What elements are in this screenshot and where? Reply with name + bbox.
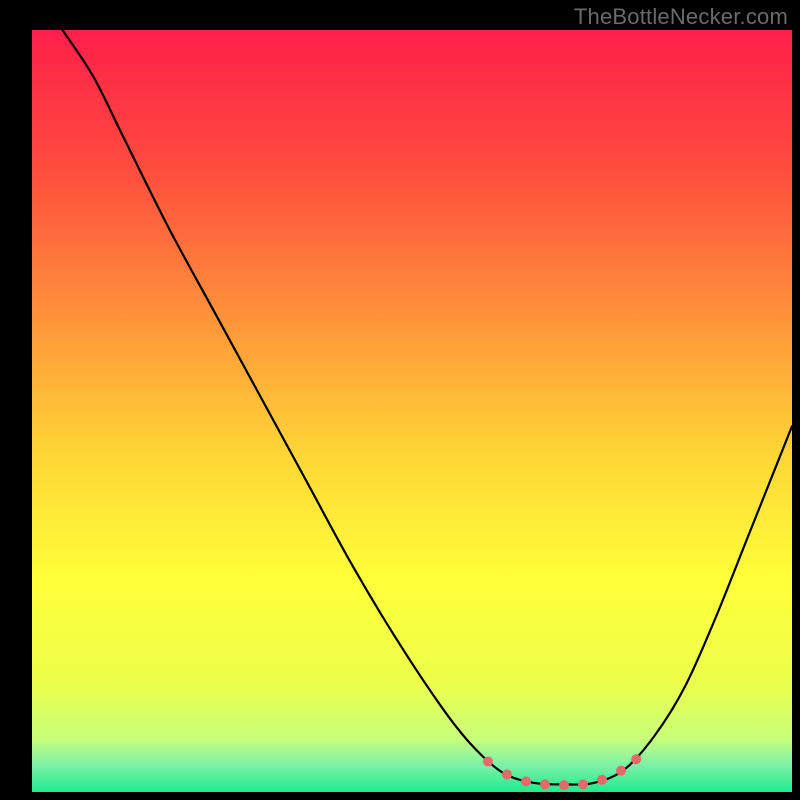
optimal-marker [631, 754, 641, 764]
optimal-marker [616, 766, 626, 776]
optimal-marker [578, 779, 588, 789]
optimal-marker [483, 757, 493, 767]
chart-stage: TheBottleNecker.com [0, 0, 800, 800]
optimal-marker [597, 775, 607, 785]
optimal-marker [540, 779, 550, 789]
optimal-marker [502, 769, 512, 779]
bottleneck-chart [0, 0, 800, 800]
optimal-marker [521, 776, 531, 786]
watermark-text: TheBottleNecker.com [574, 4, 788, 30]
optimal-marker [559, 780, 569, 790]
gradient-panel [32, 30, 792, 792]
